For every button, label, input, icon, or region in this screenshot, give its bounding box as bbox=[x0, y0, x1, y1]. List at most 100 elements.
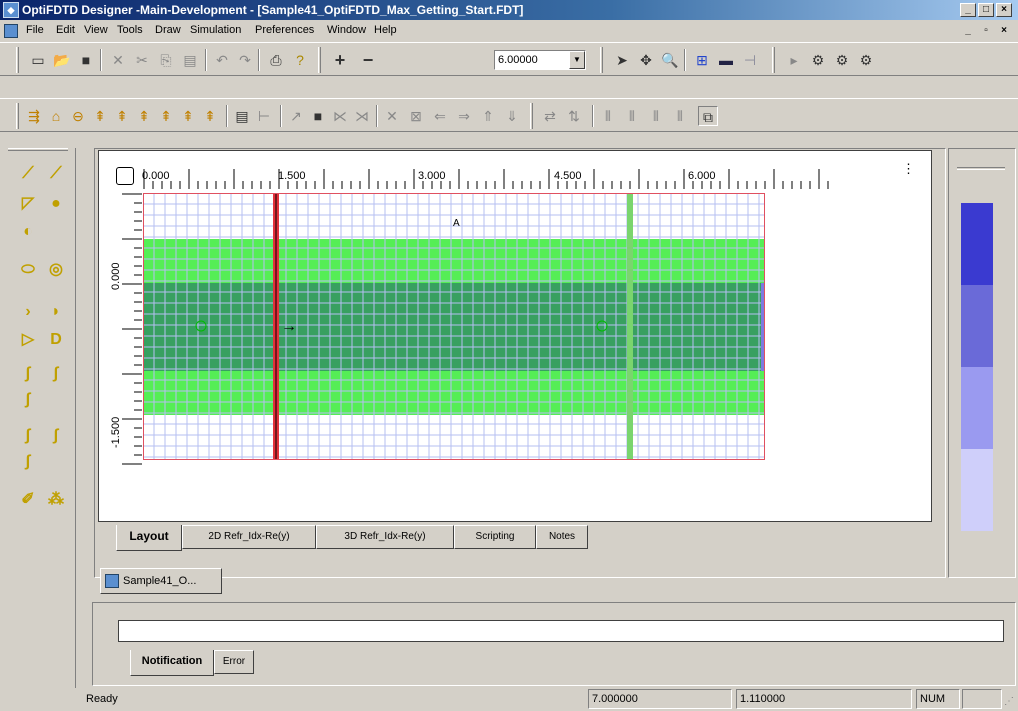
pointer-icon[interactable]: ➤ bbox=[612, 50, 632, 70]
arrow-down-icon[interactable]: ⇓ bbox=[502, 106, 522, 126]
resize-icon[interactable]: ⊠ bbox=[406, 106, 426, 126]
bend-icon[interactable]: ⇞ bbox=[90, 106, 110, 126]
sbend-sine-icon[interactable]: ∫ bbox=[44, 362, 68, 386]
redo-icon[interactable]: ↷ bbox=[235, 50, 255, 70]
linear-waveguide-icon[interactable]: ⟋ bbox=[16, 162, 40, 186]
zoom-out-icon[interactable]: − bbox=[358, 50, 378, 70]
tab-scripting[interactable]: Scripting bbox=[454, 525, 536, 549]
channel-icon[interactable]: ◐ bbox=[16, 220, 40, 244]
step-combo[interactable]: 6.00000 ▼ bbox=[494, 50, 586, 70]
properties-icon[interactable]: ⧉ bbox=[698, 106, 718, 126]
zoom-icon[interactable]: 🔍 bbox=[660, 50, 680, 70]
lens-icon[interactable]: ⊖ bbox=[68, 106, 88, 126]
simulate-icon[interactable]: ⚙ bbox=[808, 50, 828, 70]
array-icon[interactable]: ⇞ bbox=[178, 106, 198, 126]
palette-grip[interactable] bbox=[8, 148, 68, 151]
tab-2d-refr-idx[interactable]: 2D Refr_Idx-Re(y) bbox=[182, 525, 316, 549]
toolbar-grip[interactable] bbox=[600, 47, 603, 73]
grid-icon[interactable]: ⊞ bbox=[692, 50, 712, 70]
delete-icon[interactable]: ✕ bbox=[108, 50, 128, 70]
select-icon[interactable]: ▤ bbox=[232, 106, 252, 126]
print-icon[interactable]: ⎙ bbox=[266, 50, 286, 70]
fill-icon[interactable]: ■ bbox=[308, 106, 328, 126]
slope-icon[interactable]: ⋉ bbox=[330, 106, 350, 126]
swap-h-icon[interactable]: ⇄ bbox=[540, 106, 560, 126]
pan-icon[interactable]: ✥ bbox=[636, 50, 656, 70]
align-center-icon[interactable]: ⫴ bbox=[622, 106, 642, 126]
cross-icon[interactable]: ⋊ bbox=[352, 106, 372, 126]
help-icon[interactable]: ? bbox=[290, 50, 310, 70]
circle-ring-icon[interactable]: ◎ bbox=[44, 258, 68, 282]
tab-notification[interactable]: Notification bbox=[130, 650, 214, 676]
toolbar-grip[interactable] bbox=[772, 47, 775, 73]
simulate-3d-icon[interactable]: ⚙ bbox=[832, 50, 852, 70]
layer-icon[interactable]: ⇞ bbox=[200, 106, 220, 126]
waveguide-icon[interactable]: ⇶ bbox=[24, 106, 44, 126]
menu-tools[interactable]: Tools bbox=[117, 24, 143, 36]
stretch-icon[interactable]: ✕ bbox=[382, 106, 402, 126]
line-icon[interactable]: ↗ bbox=[286, 106, 306, 126]
new-icon[interactable]: ▭ bbox=[28, 50, 48, 70]
copy-icon[interactable]: ⎘ bbox=[156, 50, 176, 70]
toolbar-grip[interactable] bbox=[16, 47, 19, 73]
arc-waveguide-icon[interactable]: ⟋ bbox=[44, 162, 68, 186]
lens-icon[interactable]: ● bbox=[44, 192, 68, 216]
minimize-button[interactable]: _ bbox=[960, 3, 976, 17]
toolbar-grip[interactable] bbox=[530, 103, 533, 129]
run-icon[interactable]: ▸ bbox=[784, 50, 804, 70]
align-top-icon[interactable]: ⫴ bbox=[670, 106, 690, 126]
sbend-cos-icon[interactable]: ∫ bbox=[16, 424, 40, 448]
maximize-button[interactable]: □ bbox=[978, 3, 994, 17]
menu-draw[interactable]: Draw bbox=[155, 24, 181, 36]
undo-icon[interactable]: ↶ bbox=[212, 50, 232, 70]
ruler-corner-checkbox[interactable] bbox=[116, 167, 134, 185]
input-plane-icon[interactable]: ▬ bbox=[716, 50, 736, 70]
taper-icon[interactable]: ⇞ bbox=[112, 106, 132, 126]
toolbar-grip[interactable] bbox=[318, 47, 321, 73]
arrow-up-icon[interactable]: ⇑ bbox=[478, 106, 498, 126]
menu-help[interactable]: Help bbox=[374, 24, 397, 36]
menu-simulation[interactable]: Simulation bbox=[190, 24, 241, 36]
open-icon[interactable]: 📂 bbox=[52, 50, 72, 70]
menu-window[interactable]: Window bbox=[327, 24, 366, 36]
app-icon[interactable]: ◆ bbox=[3, 2, 19, 18]
menu-preferences[interactable]: Preferences bbox=[255, 24, 314, 36]
half-circle-icon[interactable]: ◗ bbox=[44, 300, 68, 324]
arrow-right-icon[interactable]: ⇒ bbox=[454, 106, 474, 126]
zoom-in-icon[interactable]: + bbox=[330, 50, 350, 70]
swap-v-icon[interactable]: ⇅ bbox=[564, 106, 584, 126]
resize-grip-icon[interactable]: ⋰ bbox=[1004, 696, 1014, 707]
toolbar-grip[interactable] bbox=[16, 103, 19, 129]
mdi-close-button[interactable]: × bbox=[996, 24, 1012, 38]
document-tab[interactable]: Sample41_O... bbox=[100, 568, 222, 594]
ruler-menu-icon[interactable]: ⋮ bbox=[902, 161, 915, 177]
ellipse-icon[interactable]: ⬭ bbox=[16, 258, 40, 282]
play-shape-icon[interactable]: ▷ bbox=[16, 328, 40, 352]
menu-file[interactable]: File bbox=[26, 24, 44, 36]
mdi-minimize-button[interactable]: _ bbox=[960, 24, 976, 38]
ytaper-icon[interactable]: ⇞ bbox=[134, 106, 154, 126]
tab-error[interactable]: Error bbox=[214, 650, 254, 674]
align-right-icon[interactable]: ⫴ bbox=[646, 106, 666, 126]
analyze-icon[interactable]: ⚙ bbox=[856, 50, 876, 70]
observation-icon[interactable]: ⊣ bbox=[740, 50, 760, 70]
d-shape-icon[interactable]: D bbox=[44, 328, 68, 352]
notification-output[interactable] bbox=[118, 620, 1004, 642]
coupler-icon[interactable]: ⇞ bbox=[156, 106, 176, 126]
taper-icon[interactable]: ◸ bbox=[16, 192, 40, 216]
document-icon[interactable] bbox=[4, 24, 18, 38]
sbend-poly-icon[interactable]: ∫ bbox=[16, 450, 40, 474]
tab-notes[interactable]: Notes bbox=[536, 525, 588, 549]
dropdown-arrow-icon[interactable]: ▼ bbox=[569, 51, 585, 69]
menu-edit[interactable]: Edit bbox=[56, 24, 75, 36]
observation-plane[interactable] bbox=[627, 193, 633, 460]
save-icon[interactable]: ■ bbox=[76, 50, 96, 70]
sbend-icon[interactable]: ∫ bbox=[16, 362, 40, 386]
fiber-icon[interactable]: ⌂ bbox=[46, 106, 66, 126]
layout-drawing[interactable]: → A bbox=[143, 193, 766, 461]
rect-icon[interactable]: ⊢ bbox=[254, 106, 274, 126]
align-left-icon[interactable]: ⫴ bbox=[598, 106, 618, 126]
sbend-cos2-icon[interactable]: ∫ bbox=[44, 424, 68, 448]
paste-icon[interactable]: ▤ bbox=[180, 50, 200, 70]
arrow-left-icon[interactable]: ⇐ bbox=[430, 106, 450, 126]
